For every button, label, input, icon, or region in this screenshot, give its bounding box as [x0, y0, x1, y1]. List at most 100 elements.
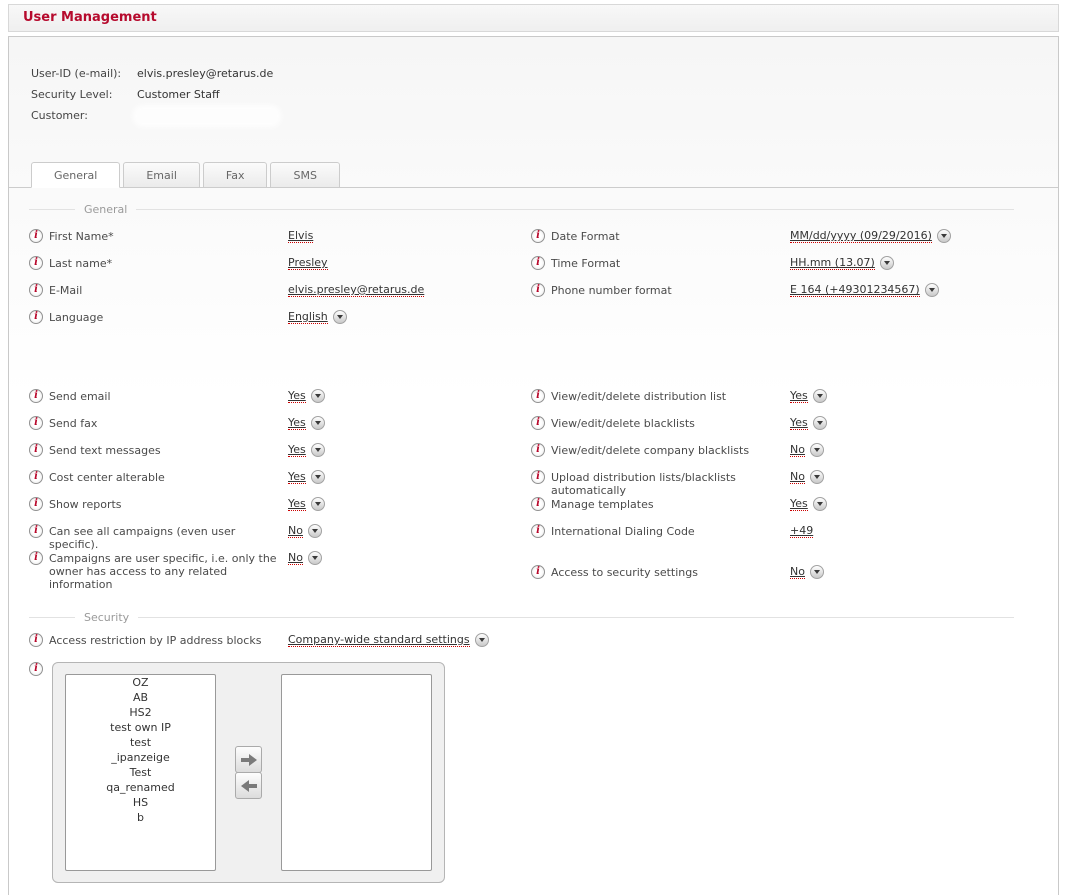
info-icon[interactable]: i	[29, 662, 43, 676]
field-label: Upload distribution lists/blacklists aut…	[551, 470, 783, 497]
dropdown-icon[interactable]	[311, 416, 325, 430]
dropdown-icon[interactable]	[311, 443, 325, 457]
dropdown-icon[interactable]	[308, 551, 322, 565]
info-icon[interactable]: i	[531, 470, 545, 484]
field-label: Date Format	[551, 229, 783, 243]
info-icon[interactable]: i	[531, 443, 545, 457]
info-icon[interactable]: i	[29, 497, 43, 511]
info-icon[interactable]: i	[29, 310, 43, 324]
legend-line	[29, 617, 75, 618]
send-email-value[interactable]: Yes	[288, 389, 306, 403]
field-label: E-Mail	[49, 283, 281, 297]
cost-center-value[interactable]: Yes	[288, 470, 306, 484]
dropdown-icon[interactable]	[308, 524, 322, 538]
dropdown-icon[interactable]	[311, 497, 325, 511]
send-fax-value[interactable]: Yes	[288, 416, 306, 430]
info-icon[interactable]: i	[29, 389, 43, 403]
ip-block-option[interactable]: qa_renamed	[66, 780, 215, 795]
ip-block-option[interactable]: _ipanzeige	[66, 750, 215, 765]
info-icon[interactable]: i	[531, 497, 545, 511]
info-icon[interactable]: i	[531, 565, 545, 579]
tab-general[interactable]: General	[31, 162, 120, 188]
dropdown-icon[interactable]	[880, 256, 894, 270]
language-value[interactable]: English	[288, 310, 328, 324]
send-text-value[interactable]: Yes	[288, 443, 306, 457]
field-label: Can see all campaigns (even user specifi…	[49, 524, 281, 551]
info-icon[interactable]: i	[531, 256, 545, 270]
campaigns-user-specific-value[interactable]: No	[288, 551, 303, 565]
dropdown-icon[interactable]	[925, 283, 939, 297]
tab-content-general: General i First Name* Elvis i Last name*…	[9, 188, 1058, 883]
dropdown-icon[interactable]	[311, 470, 325, 484]
ip-restriction-value[interactable]: Company-wide standard settings	[288, 633, 470, 647]
tab-sms[interactable]: SMS	[270, 162, 339, 188]
dropdown-icon[interactable]	[475, 633, 489, 647]
dropdown-icon[interactable]	[810, 565, 824, 579]
tab-email[interactable]: Email	[123, 162, 200, 188]
ip-block-option[interactable]: OZ	[66, 675, 215, 690]
main-panel: User-ID (e-mail): elvis.presley@retarus.…	[8, 36, 1059, 895]
manage-templates-value[interactable]: Yes	[790, 497, 808, 511]
email-value[interactable]: elvis.presley@retarus.de	[288, 283, 424, 297]
field-label: Access to security settings	[551, 565, 783, 579]
ip-available-list[interactable]: OZABHS2test own IPtest_ipanzeigeTestqa_r…	[65, 674, 216, 871]
general-permissions: i Send email Yes i Send fax Yes i Send t…	[29, 389, 1014, 592]
info-icon[interactable]: i	[29, 551, 43, 565]
see-campaigns-value[interactable]: No	[288, 524, 303, 538]
info-icon[interactable]: i	[29, 470, 43, 484]
ip-block-option[interactable]: test own IP	[66, 720, 215, 735]
dropdown-icon[interactable]	[813, 416, 827, 430]
info-icon[interactable]: i	[29, 443, 43, 457]
ip-selected-list[interactable]	[281, 674, 432, 871]
info-icon[interactable]: i	[531, 389, 545, 403]
ip-block-option[interactable]: HS	[66, 795, 215, 810]
info-icon[interactable]: i	[531, 283, 545, 297]
userid-label: User-ID (e-mail):	[31, 67, 137, 81]
info-icon[interactable]: i	[29, 283, 43, 297]
last-name-value[interactable]: Presley	[288, 256, 328, 270]
perm-row-upload-lists: i Upload distribution lists/blacklists a…	[531, 470, 1014, 497]
security-settings-value[interactable]: No	[790, 565, 805, 579]
info-icon[interactable]: i	[531, 416, 545, 430]
ip-blocks-panel: OZABHS2test own IPtest_ipanzeigeTestqa_r…	[52, 662, 445, 883]
dropdown-icon[interactable]	[937, 229, 951, 243]
dropdown-icon[interactable]	[333, 310, 347, 324]
show-reports-value[interactable]: Yes	[288, 497, 306, 511]
move-right-button[interactable]	[235, 746, 262, 773]
ip-block-option[interactable]: b	[66, 810, 215, 825]
perm-row-send-email: i Send email Yes	[29, 389, 531, 416]
time-format-value[interactable]: HH.mm (13.07)	[790, 256, 875, 270]
move-left-button[interactable]	[235, 772, 262, 799]
distribution-list-value[interactable]: Yes	[790, 389, 808, 403]
info-icon[interactable]: i	[29, 524, 43, 538]
field-row-time-format: i Time Format HH.mm (13.07)	[531, 256, 1014, 283]
info-icon[interactable]: i	[29, 416, 43, 430]
phone-format-value[interactable]: E 164 (+49301234567)	[790, 283, 920, 297]
general-fields: i First Name* Elvis i Last name* Presley…	[29, 229, 1014, 337]
info-icon[interactable]: i	[29, 633, 43, 647]
legend-line	[138, 617, 1014, 618]
date-format-value[interactable]: MM/dd/yyyy (09/29/2016)	[790, 229, 932, 243]
perm-row-security-settings: i Access to security settings No	[531, 565, 1014, 592]
dropdown-icon[interactable]	[813, 389, 827, 403]
ip-block-option[interactable]: HS2	[66, 705, 215, 720]
ip-block-option[interactable]: AB	[66, 690, 215, 705]
dropdown-icon[interactable]	[311, 389, 325, 403]
ip-block-option[interactable]: Test	[66, 765, 215, 780]
dropdown-icon[interactable]	[810, 470, 824, 484]
info-icon[interactable]: i	[29, 229, 43, 243]
ip-block-option[interactable]: test	[66, 735, 215, 750]
dialing-code-value[interactable]: +49	[790, 524, 813, 538]
company-blacklists-value[interactable]: No	[790, 443, 805, 457]
first-name-value[interactable]: Elvis	[288, 229, 313, 243]
account-row-security-level: Security Level: Customer Staff	[31, 88, 1058, 102]
info-icon[interactable]: i	[29, 256, 43, 270]
dropdown-icon[interactable]	[813, 497, 827, 511]
upload-lists-value[interactable]: No	[790, 470, 805, 484]
dropdown-icon[interactable]	[810, 443, 824, 457]
blacklists-value[interactable]: Yes	[790, 416, 808, 430]
info-icon[interactable]: i	[531, 524, 545, 538]
field-label: Time Format	[551, 256, 783, 270]
info-icon[interactable]: i	[531, 229, 545, 243]
tab-fax[interactable]: Fax	[203, 162, 268, 188]
